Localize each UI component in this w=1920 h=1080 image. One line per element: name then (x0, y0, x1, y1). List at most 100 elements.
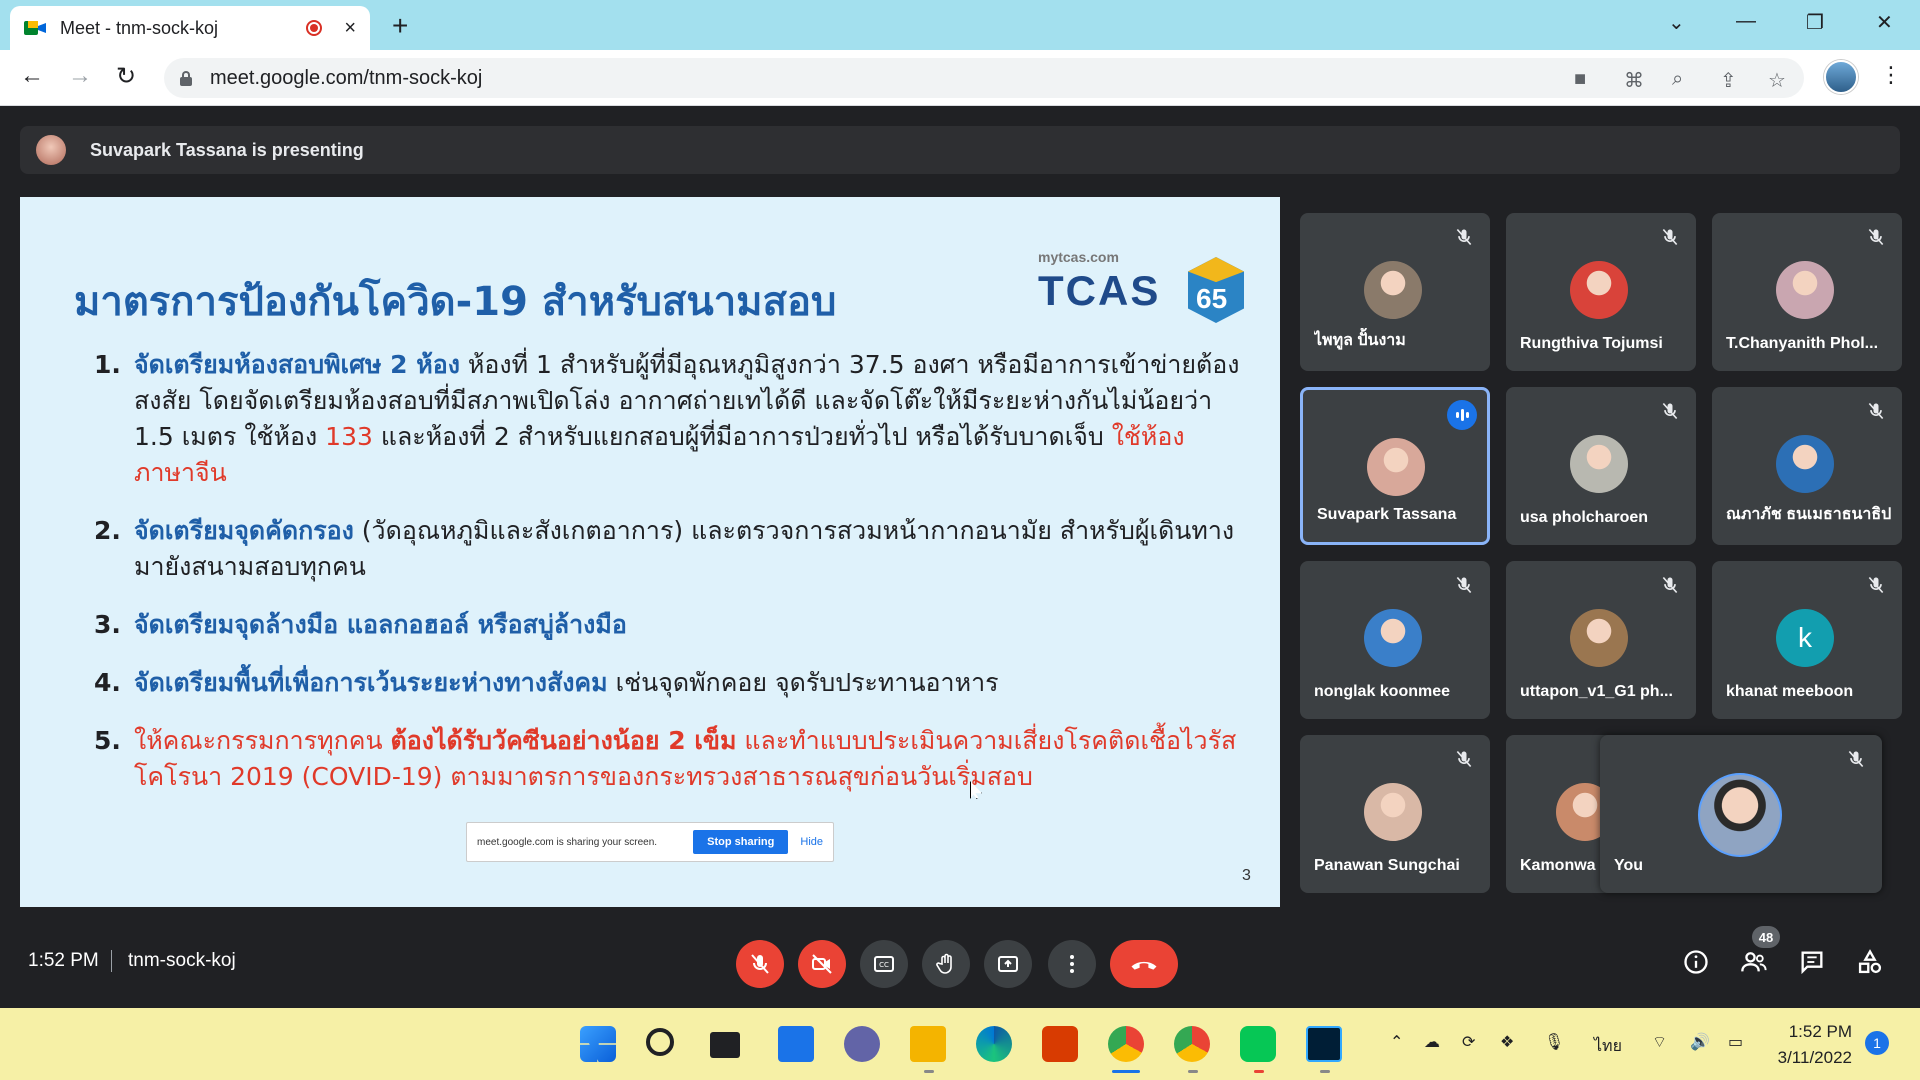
present-button[interactable] (984, 940, 1032, 988)
line-app-icon[interactable] (1240, 1026, 1276, 1062)
participant-avatar (1367, 438, 1425, 496)
raise-hand-button[interactable] (922, 940, 970, 988)
widgets-icon[interactable] (778, 1026, 814, 1062)
dropbox-icon[interactable]: ❖ (1500, 1032, 1514, 1052)
hang-up-icon (1131, 961, 1157, 970)
stop-sharing-button[interactable]: Stop sharing (693, 830, 789, 854)
meeting-code: tnm-sock-koj (128, 950, 236, 971)
participant-name: uttapon_v1_G1 ph... (1520, 683, 1673, 700)
share-icon[interactable]: ⇪ (1720, 68, 1737, 93)
raise-hand-icon (936, 953, 952, 974)
participant-name: Panawan Sungchai (1314, 857, 1460, 874)
battery-icon[interactable]: ▭ (1728, 1032, 1743, 1052)
browser-tab-meet[interactable]: Meet - tnm-sock-koj × (10, 6, 370, 50)
file-explorer-icon[interactable] (910, 1026, 946, 1062)
screen-share-notice: meet.google.com is sharing your screen. … (466, 822, 834, 862)
new-tab-button[interactable]: + (392, 10, 408, 42)
microphone-tray-icon[interactable]: 🎙 (1544, 1032, 1564, 1052)
browser-menu-icon[interactable]: ⋮ (1880, 62, 1902, 88)
mic-off-icon (751, 954, 769, 974)
divider (111, 950, 112, 972)
photoshop-icon[interactable] (1306, 1026, 1342, 1062)
start-icon[interactable] (580, 1026, 616, 1062)
chrome-icon[interactable] (1108, 1026, 1144, 1062)
close-window-icon[interactable]: ✕ (1876, 10, 1893, 35)
participant-tile[interactable]: Panawan Sungchai (1300, 735, 1490, 893)
edge-browser-icon[interactable] (976, 1026, 1012, 1062)
translate-icon[interactable]: ⌘ (1624, 68, 1644, 93)
participant-tile[interactable]: Rungthiva Tojumsi (1506, 213, 1696, 371)
tab-close-icon[interactable]: × (344, 17, 356, 40)
participant-tile[interactable]: nonglak koonmee (1300, 561, 1490, 719)
slide-point: 4. จัดเตรียมพื้นที่เพื่อการเว้นระยะห่างท… (94, 668, 999, 697)
volume-icon[interactable]: 🔊 (1690, 1032, 1710, 1052)
self-avatar (1698, 773, 1782, 857)
participant-tile[interactable]: T.Chanyanith Phol... (1712, 213, 1902, 371)
participant-avatar (1364, 609, 1422, 667)
mic-toggle-button[interactable] (736, 940, 784, 988)
forward-icon[interactable]: → (68, 62, 92, 90)
participant-name: khanat meeboon (1726, 683, 1854, 700)
participant-name: ณภาภัช ธนเมธาธนาธิป (1726, 506, 1892, 523)
zoom-icon[interactable]: ⌕ (1672, 68, 1683, 91)
leave-call-button[interactable] (1110, 940, 1178, 988)
onedrive-icon[interactable]: ☁ (1424, 1032, 1440, 1052)
participant-tile[interactable]: ณภาภัช ธนเมธาธนาธิป (1712, 387, 1902, 545)
tab-search-icon[interactable]: ⌄ (1668, 10, 1685, 35)
participant-avatar: k (1776, 609, 1834, 667)
people-icon[interactable] (1740, 948, 1768, 976)
participant-tile[interactable]: Suvapark Tassana (1300, 387, 1490, 545)
more-vert-icon (1070, 955, 1074, 973)
task-view-icon[interactable] (710, 1032, 740, 1058)
self-tile[interactable]: You (1600, 735, 1882, 893)
mic-off-icon (1454, 749, 1474, 769)
sync-icon[interactable]: ⟳ (1462, 1032, 1475, 1052)
minimize-icon[interactable]: — (1736, 10, 1756, 33)
mic-off-icon (1846, 749, 1866, 769)
meeting-info-icon[interactable] (1682, 948, 1710, 976)
taskbar-clock-date[interactable]: 3/11/2022 (1770, 1048, 1852, 1068)
profile-avatar[interactable] (1824, 60, 1858, 94)
google-meet-icon (24, 19, 46, 37)
notification-badge[interactable]: 1 (1865, 1031, 1889, 1055)
people-count-badge: 48 (1752, 926, 1780, 948)
bookmark-star-icon[interactable]: ☆ (1768, 68, 1786, 93)
office-icon[interactable] (1042, 1026, 1078, 1062)
browser-tab-bar: Meet - tnm-sock-koj × + ⌄ — ❐ ✕ (0, 0, 1920, 50)
more-options-button[interactable] (1048, 940, 1096, 988)
participant-tile[interactable]: usa pholcharoen (1506, 387, 1696, 545)
browser-toolbar: ← → ↻ meet.google.com/tnm-sock-koj ■ ⌘ ⌕… (0, 50, 1920, 106)
participant-tile[interactable]: k khanat meeboon (1712, 561, 1902, 719)
captions-icon: CC (874, 956, 894, 972)
participant-name: usa pholcharoen (1520, 509, 1649, 526)
chrome-profile-icon[interactable] (1174, 1026, 1210, 1062)
restore-icon[interactable]: ❐ (1806, 10, 1824, 35)
hide-notice-button[interactable]: Hide (800, 836, 823, 848)
slide-points-list: 1. จัดเตรียมห้องสอบพิเศษ 2 ห้อง ห้องที่ … (94, 347, 1244, 817)
present-screen-icon (998, 956, 1018, 972)
camera-toggle-button[interactable] (798, 940, 846, 988)
windows-taskbar: ⌃ ☁ ⟳ ❖ 🎙 ไทย ⌔ 🔊 ▭ 1:52 PM 3/11/2022 (0, 1008, 1920, 1080)
teams-chat-icon[interactable] (844, 1026, 880, 1062)
search-icon[interactable] (646, 1028, 674, 1056)
participant-tile[interactable]: ไพทูล ปั้นงาม (1300, 213, 1490, 371)
tcas-logo-site: mytcas.com (1038, 249, 1119, 265)
wifi-icon[interactable]: ⌔ (1652, 1032, 1667, 1052)
captions-button[interactable]: CC (860, 940, 908, 988)
back-icon[interactable]: ← (20, 62, 44, 90)
input-language[interactable]: ไทย (1594, 1034, 1622, 1059)
participant-tile[interactable]: uttapon_v1_G1 ph... (1506, 561, 1696, 719)
share-notice-text: meet.google.com is sharing your screen. (477, 836, 658, 848)
participant-avatar (1364, 783, 1422, 841)
participant-name: Rungthiva Tojumsi (1520, 335, 1663, 352)
tray-overflow-icon[interactable]: ⌃ (1390, 1032, 1403, 1052)
chat-icon[interactable] (1798, 948, 1826, 976)
camera-in-use-icon[interactable]: ■ (1574, 68, 1586, 91)
reload-icon[interactable]: ↻ (116, 62, 136, 91)
activities-icon[interactable] (1856, 948, 1884, 976)
tcas-logo: mytcas.com TCAS 65 (1038, 249, 1248, 329)
mic-off-icon (1866, 575, 1886, 595)
address-bar[interactable]: meet.google.com/tnm-sock-koj ■ ⌘ ⌕ ⇪ ☆ (164, 58, 1804, 98)
taskbar-clock-time[interactable]: 1:52 PM (1786, 1022, 1852, 1042)
participant-avatar (1570, 435, 1628, 493)
